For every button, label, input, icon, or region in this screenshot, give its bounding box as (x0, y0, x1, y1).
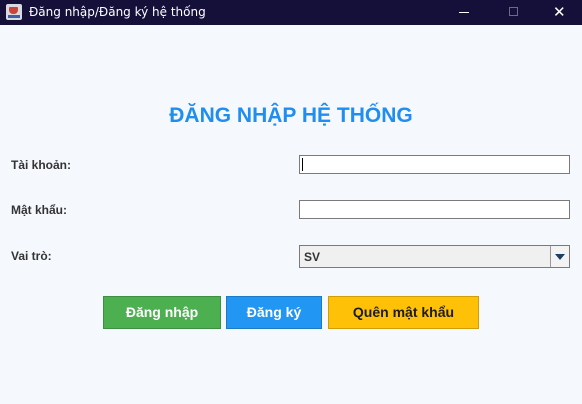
maximize-button (494, 0, 534, 25)
role-label: Vai trò: (11, 249, 52, 263)
close-button[interactable]: ✕ (540, 0, 580, 25)
account-input[interactable] (299, 155, 570, 174)
coffee-cup-icon (6, 4, 22, 20)
password-label: Mật khẩu: (11, 203, 68, 217)
login-window: Đăng nhập/Đăng ký hệ thống ✕ ĐĂNG NHẬP H… (0, 0, 582, 404)
minimize-icon (459, 12, 469, 13)
page-title: ĐĂNG NHẬP HỆ THỐNG (169, 104, 413, 127)
chevron-down-icon (555, 254, 565, 260)
role-select[interactable]: SV (299, 245, 570, 268)
login-button[interactable]: Đăng nhập (103, 296, 221, 329)
maximize-icon (509, 7, 518, 16)
text-caret (302, 158, 303, 171)
window-title: Đăng nhập/Đăng ký hệ thống (29, 5, 206, 19)
cup-shape (9, 7, 18, 14)
role-dropdown-button[interactable] (550, 246, 569, 267)
role-selected-value: SV (304, 250, 321, 264)
close-icon: ✕ (553, 3, 566, 21)
forgot-password-button[interactable]: Quên mật khẩu (328, 296, 479, 329)
account-label: Tài khoản: (11, 158, 72, 172)
password-input[interactable] (299, 200, 570, 219)
cup-base-shape (8, 15, 20, 18)
register-button[interactable]: Đăng ký (226, 296, 322, 329)
title-bar: Đăng nhập/Đăng ký hệ thống ✕ (0, 0, 582, 25)
minimize-button[interactable] (444, 0, 484, 25)
